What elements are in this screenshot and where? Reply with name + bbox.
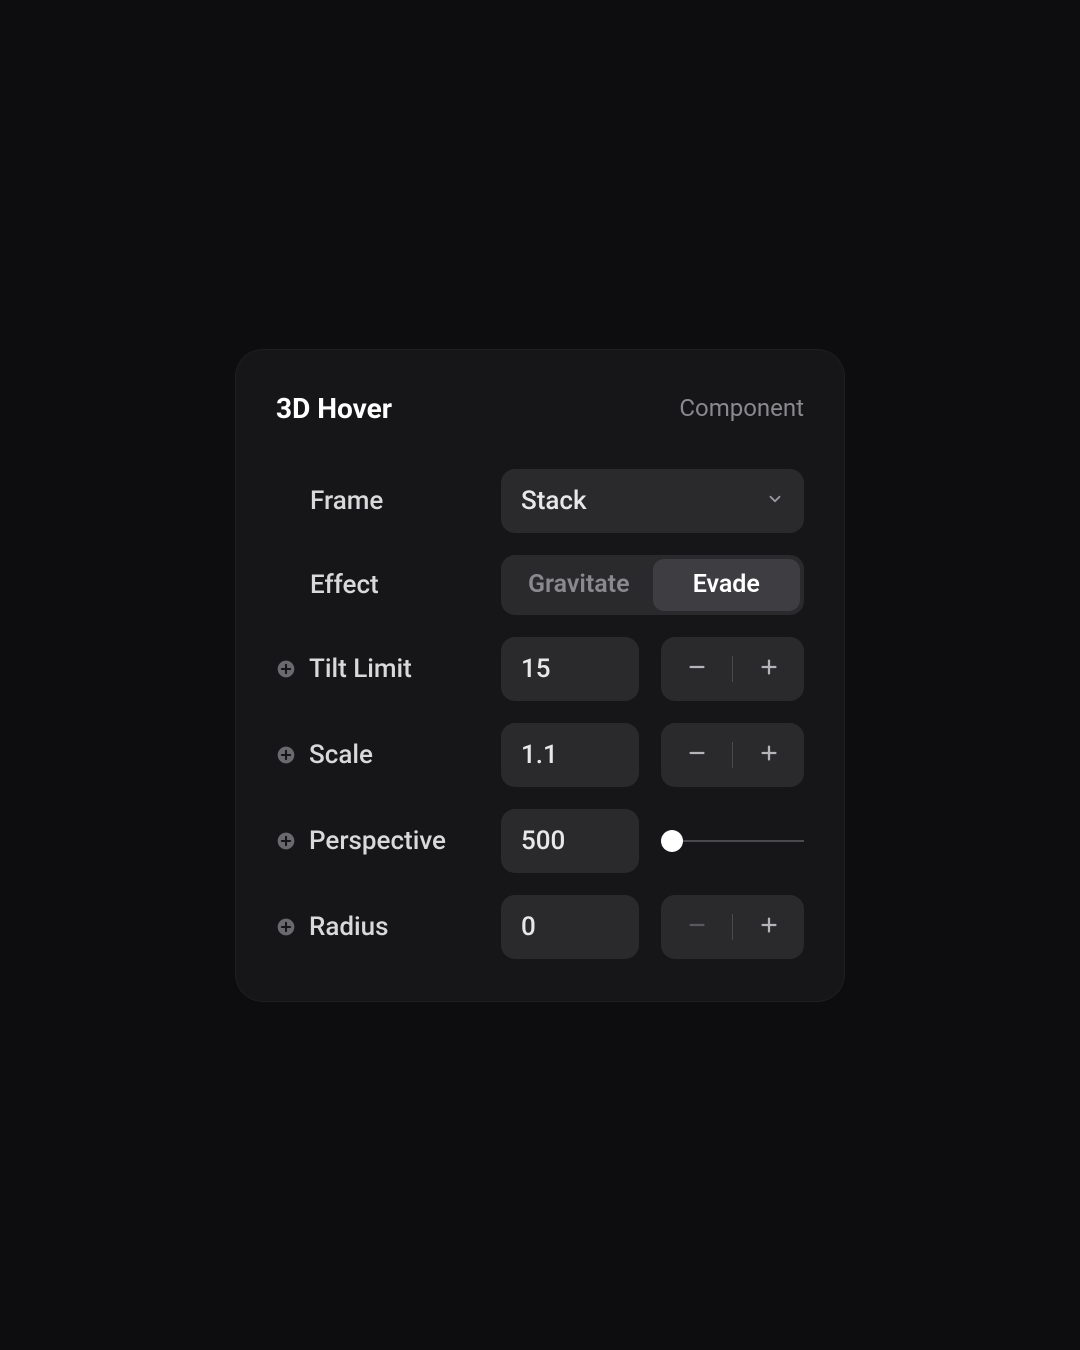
plus-icon — [758, 914, 780, 940]
minus-icon — [686, 656, 708, 682]
tilt-limit-input[interactable]: 15 — [501, 637, 639, 701]
hover-panel: 3D Hover Component Frame Stack Effect Gr… — [235, 349, 845, 1002]
tilt-limit-label: Tilt Limit — [309, 654, 412, 684]
effect-row: Effect Gravitate Evade — [276, 555, 804, 615]
scale-decrement[interactable] — [661, 723, 732, 787]
plus-circle-icon[interactable] — [276, 831, 296, 851]
plus-circle-icon[interactable] — [276, 745, 296, 765]
minus-icon — [686, 914, 708, 940]
perspective-label: Perspective — [309, 826, 446, 856]
panel-title: 3D Hover — [276, 392, 392, 425]
scale-increment[interactable] — [733, 723, 804, 787]
radius-label: Radius — [309, 912, 389, 942]
perspective-controls: 500 — [501, 809, 804, 873]
plus-icon — [758, 656, 780, 682]
perspective-slider[interactable] — [661, 809, 804, 873]
radius-input[interactable]: 0 — [501, 895, 639, 959]
panel-type-label: Component — [679, 394, 804, 422]
effect-label-wrap: Effect — [276, 570, 501, 600]
frame-select[interactable]: Stack — [501, 469, 804, 533]
plus-circle-icon[interactable] — [276, 917, 296, 937]
radius-row: Radius 0 — [276, 895, 804, 959]
tilt-limit-controls: 15 — [501, 637, 804, 701]
radius-increment[interactable] — [733, 895, 804, 959]
effect-label: Effect — [310, 570, 379, 600]
scale-label: Scale — [309, 740, 373, 770]
tilt-limit-label-wrap: Tilt Limit — [276, 654, 501, 684]
chevron-down-icon — [766, 490, 784, 512]
scale-input[interactable]: 1.1 — [501, 723, 639, 787]
scale-stepper — [661, 723, 804, 787]
tilt-limit-row: Tilt Limit 15 — [276, 637, 804, 701]
effect-option-gravitate[interactable]: Gravitate — [505, 559, 653, 611]
minus-icon — [686, 742, 708, 768]
frame-select-value: Stack — [521, 486, 587, 516]
radius-stepper — [661, 895, 804, 959]
tilt-limit-increment[interactable] — [733, 637, 804, 701]
perspective-input[interactable]: 500 — [501, 809, 639, 873]
slider-thumb[interactable] — [661, 830, 683, 852]
plus-icon — [758, 742, 780, 768]
scale-row: Scale 1.1 — [276, 723, 804, 787]
perspective-label-wrap: Perspective — [276, 826, 501, 856]
perspective-row: Perspective 500 — [276, 809, 804, 873]
radius-label-wrap: Radius — [276, 912, 501, 942]
frame-label: Frame — [310, 486, 383, 516]
effect-segmented: Gravitate Evade — [501, 555, 804, 615]
panel-header: 3D Hover Component — [276, 392, 804, 425]
effect-option-evade[interactable]: Evade — [653, 559, 801, 611]
radius-decrement[interactable] — [661, 895, 732, 959]
frame-label-wrap: Frame — [276, 486, 501, 516]
plus-circle-icon[interactable] — [276, 659, 296, 679]
tilt-limit-stepper — [661, 637, 804, 701]
frame-row: Frame Stack — [276, 469, 804, 533]
radius-controls: 0 — [501, 895, 804, 959]
tilt-limit-decrement[interactable] — [661, 637, 732, 701]
scale-label-wrap: Scale — [276, 740, 501, 770]
scale-controls: 1.1 — [501, 723, 804, 787]
